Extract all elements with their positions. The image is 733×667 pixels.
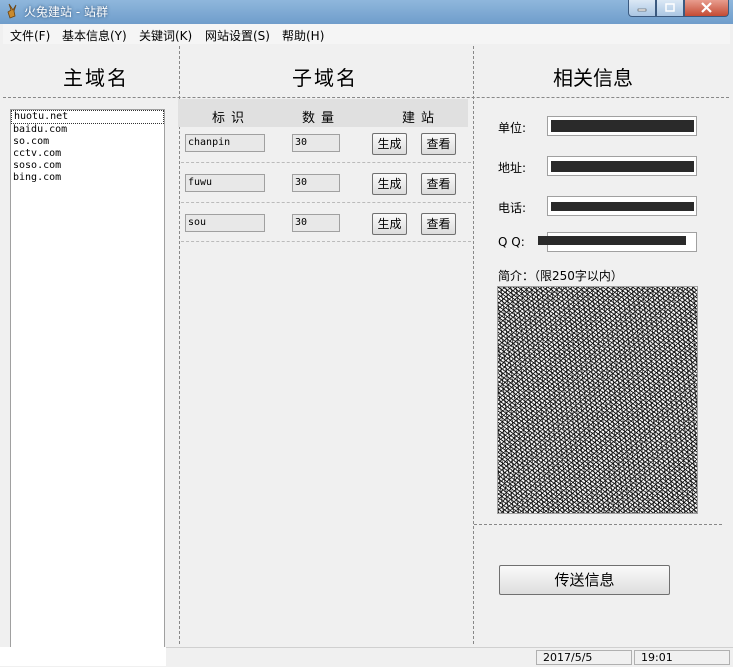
col-count-header: 数量 bbox=[302, 111, 341, 126]
redaction-bar bbox=[551, 120, 694, 132]
view-button[interactable]: 查看 bbox=[421, 133, 456, 155]
rabbit-logo-icon bbox=[7, 3, 17, 19]
menu-help[interactable]: 帮助(H) bbox=[282, 27, 324, 44]
menu-keywords[interactable]: 关键词(K) bbox=[139, 27, 192, 44]
list-item[interactable]: baidu.com bbox=[11, 124, 164, 136]
divider bbox=[474, 524, 722, 525]
close-button[interactable] bbox=[684, 0, 729, 17]
minimize-icon bbox=[637, 8, 647, 12]
title-bar: 火兔建站 - 站群 bbox=[0, 0, 733, 24]
menu-basic-info[interactable]: 基本信息(Y) bbox=[62, 27, 127, 44]
col-build-header: 建站 bbox=[402, 111, 441, 126]
generate-button[interactable]: 生成 bbox=[372, 173, 407, 195]
maximize-icon bbox=[665, 3, 675, 12]
view-button[interactable]: 查看 bbox=[421, 173, 456, 195]
sub-count-field[interactable]: 30 bbox=[292, 214, 340, 232]
list-item[interactable]: huotu.net bbox=[11, 110, 164, 124]
menu-site-settings[interactable]: 网站设置(S) bbox=[205, 27, 270, 44]
list-item[interactable]: soso.com bbox=[11, 160, 164, 172]
main-domain-header: 主域名 bbox=[63, 66, 129, 90]
menu-bar: 文件(F) 基本信息(Y) 关键词(K) 网站设置(S) 帮助(H) bbox=[3, 24, 730, 45]
unit-label: 单位: bbox=[498, 121, 527, 135]
close-icon bbox=[701, 2, 712, 13]
list-item[interactable]: bing.com bbox=[11, 172, 164, 184]
sub-count-field[interactable]: 30 bbox=[292, 174, 340, 192]
phone-label: 电话: bbox=[498, 201, 527, 215]
menu-file[interactable]: 文件(F) bbox=[10, 27, 50, 44]
divider bbox=[181, 162, 471, 163]
phone-field[interactable] bbox=[547, 196, 697, 216]
sub-count-field[interactable]: 30 bbox=[292, 134, 340, 152]
maximize-button[interactable] bbox=[656, 0, 684, 17]
address-label: 地址: bbox=[498, 161, 527, 175]
list-item[interactable]: so.com bbox=[11, 136, 164, 148]
window-title: 火兔建站 - 站群 bbox=[24, 5, 108, 19]
redaction-bar bbox=[538, 236, 686, 245]
divider bbox=[181, 241, 471, 242]
status-date: 2017/5/5 bbox=[536, 650, 632, 665]
redaction-bar bbox=[551, 161, 694, 172]
main-domain-list[interactable]: huotu.net baidu.com so.com cctv.com soso… bbox=[10, 109, 165, 665]
generate-button[interactable]: 生成 bbox=[372, 133, 407, 155]
minimize-button[interactable] bbox=[628, 0, 656, 17]
divider bbox=[3, 97, 729, 98]
unit-field[interactable] bbox=[547, 116, 697, 136]
send-info-button[interactable]: 传送信息 bbox=[499, 565, 670, 595]
status-blank-area bbox=[0, 647, 166, 666]
divider bbox=[179, 46, 180, 644]
redaction-bar bbox=[551, 202, 694, 211]
info-header: 相关信息 bbox=[553, 66, 633, 90]
list-item[interactable]: cctv.com bbox=[11, 148, 164, 160]
sub-domain-column-header: 标识 数量 建站 bbox=[178, 99, 468, 127]
divider bbox=[473, 46, 474, 644]
address-field[interactable] bbox=[547, 156, 697, 176]
view-button[interactable]: 查看 bbox=[421, 213, 456, 235]
qq-label: Q Q: bbox=[498, 235, 525, 249]
sub-id-field[interactable]: fuwu bbox=[185, 174, 265, 192]
intro-textarea[interactable] bbox=[497, 286, 698, 514]
sub-domain-header: 子域名 bbox=[292, 66, 358, 90]
generate-button[interactable]: 生成 bbox=[372, 213, 407, 235]
status-time: 19:01 bbox=[634, 650, 730, 665]
sub-id-field[interactable]: sou bbox=[185, 214, 265, 232]
col-id-header: 标识 bbox=[212, 111, 251, 126]
intro-label: 简介：（限250字以内） bbox=[498, 269, 623, 283]
sub-id-field[interactable]: chanpin bbox=[185, 134, 265, 152]
divider bbox=[181, 202, 471, 203]
